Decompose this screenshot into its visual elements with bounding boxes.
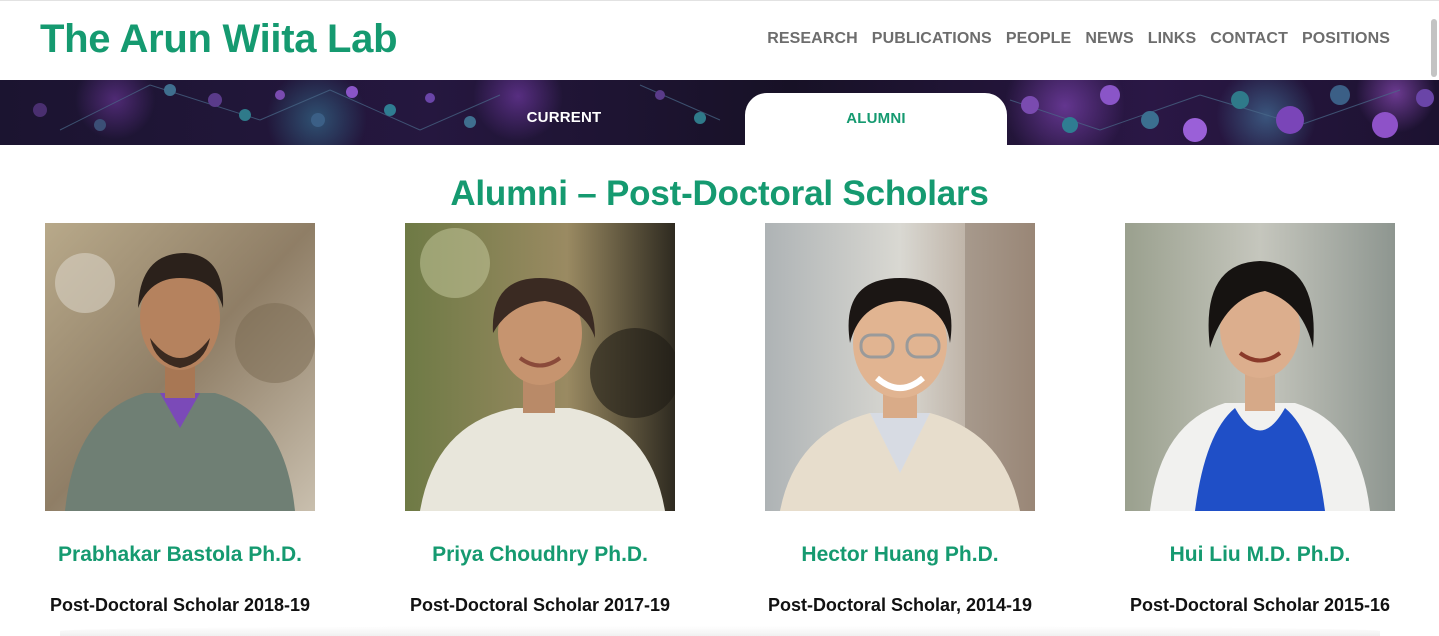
scrollbar[interactable] — [1429, 1, 1439, 81]
molecule-banner — [0, 80, 1439, 145]
person-photo — [765, 223, 1035, 511]
tab-current[interactable]: CURRENT — [504, 109, 624, 126]
person-role: Post-Doctoral Scholar, 2014-19 — [767, 595, 1033, 615]
site-header: The Arun Wiita Lab RESEARCH PUBLICATIONS… — [0, 0, 1439, 80]
nav-news[interactable]: NEWS — [1085, 30, 1133, 48]
nav-positions[interactable]: POSITIONS — [1302, 30, 1390, 48]
nav-research[interactable]: RESEARCH — [767, 30, 858, 48]
section-title: Alumni – Post-Doctoral Scholars — [450, 174, 989, 213]
person-role: Post-Doctoral Scholar 2018-19 — [49, 595, 311, 615]
bottom-shadow — [60, 626, 1380, 636]
person-name[interactable]: Prabhakar Bastola Ph.D. — [5, 543, 355, 567]
person-role: Post-Doctoral Scholar 2015-16 — [1129, 595, 1391, 615]
site-logo[interactable]: The Arun Wiita Lab — [40, 17, 398, 62]
person-photo — [45, 223, 315, 511]
person-photo — [1125, 223, 1395, 511]
nav-contact[interactable]: CONTACT — [1210, 30, 1288, 48]
person-name[interactable]: Hector Huang Ph.D. — [725, 543, 1075, 567]
scrollbar-thumb[interactable] — [1431, 19, 1437, 77]
main-nav: RESEARCH PUBLICATIONS PEOPLE NEWS LINKS … — [767, 30, 1390, 48]
nav-publications[interactable]: PUBLICATIONS — [872, 30, 992, 48]
molecule-graphic — [33, 84, 1434, 142]
person-photo — [405, 223, 675, 511]
nav-links[interactable]: LINKS — [1148, 30, 1197, 48]
person-role: Post-Doctoral Scholar 2017-19 — [409, 595, 671, 615]
nav-people[interactable]: PEOPLE — [1006, 30, 1072, 48]
person-name[interactable]: Priya Choudhry Ph.D. — [365, 543, 715, 567]
person-name[interactable]: Hui Liu M.D. Ph.D. — [1085, 543, 1435, 567]
tab-alumni[interactable]: ALUMNI — [745, 93, 1007, 145]
